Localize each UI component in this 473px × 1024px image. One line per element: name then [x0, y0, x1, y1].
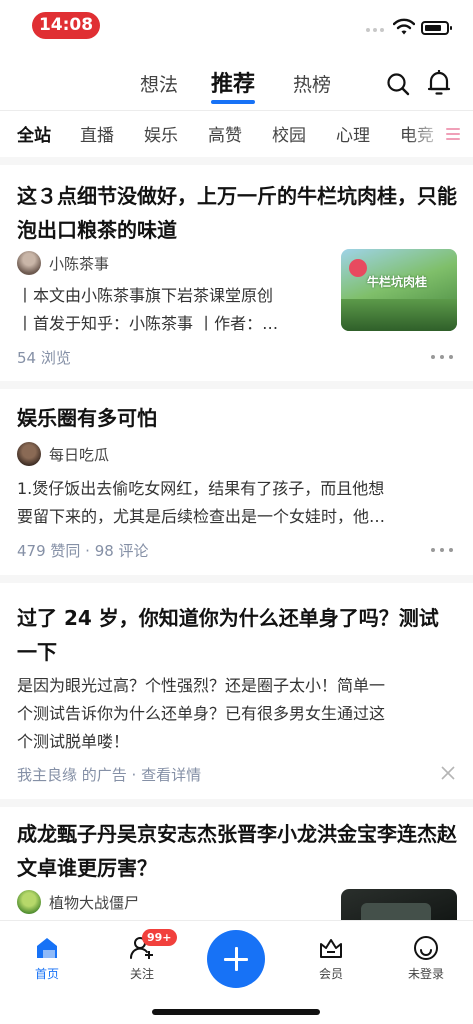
category-bar: 全站 直播 娱乐 高赞 校园 心理 电竞	[0, 110, 473, 154]
follow-badge: 99+	[142, 929, 177, 946]
home-indicator	[152, 1009, 320, 1015]
card-meta: 479 赞同 · 98 评论	[17, 542, 149, 560]
battery-icon	[421, 21, 452, 35]
nav-home[interactable]: 首页	[17, 935, 77, 982]
category-all[interactable]: 全站	[17, 121, 51, 146]
profile-icon	[414, 936, 438, 960]
nav-follow-label: 关注	[129, 967, 154, 981]
author-name: 小陈茶事	[49, 254, 110, 273]
category-top-liked[interactable]: 高赞	[208, 121, 242, 146]
card-author[interactable]: 每日吃瓜	[17, 442, 109, 466]
category-campus[interactable]: 校园	[272, 121, 306, 146]
tab-recommend[interactable]: 推荐	[211, 66, 256, 104]
category-entertainment[interactable]: 娱乐	[144, 121, 178, 146]
avatar	[17, 442, 41, 466]
signal-icon	[366, 28, 384, 32]
search-icon[interactable]	[386, 72, 410, 96]
category-psychology[interactable]: 心理	[336, 121, 370, 146]
wifi-icon	[393, 18, 415, 35]
nav-profile[interactable]: 未登录	[396, 935, 456, 982]
ad-meta[interactable]: 我主良缘 的广告 · 查看详情	[17, 764, 201, 785]
close-icon[interactable]	[441, 766, 455, 780]
card-author[interactable]: 小陈茶事	[17, 251, 109, 275]
nav-vip[interactable]: 会员	[301, 935, 361, 982]
card-title[interactable]: 娱乐圈有多可怕	[17, 401, 457, 435]
divider	[0, 799, 473, 807]
tab-ideas[interactable]: 想法	[140, 70, 178, 97]
card-excerpt[interactable]: 丨本文由小陈茶事旗下岩茶课堂原创 丨首发于知乎：小陈茶事 丨作者：…	[17, 282, 329, 338]
card-thumbnail[interactable]: 牛栏坑肉桂	[341, 249, 457, 331]
author-name: 每日吃瓜	[49, 445, 110, 464]
card-meta: 54 浏览	[17, 349, 71, 367]
status-bar: 14:08	[0, 0, 473, 50]
nav-vip-label: 会员	[318, 967, 343, 981]
home-icon	[37, 938, 57, 958]
author-name: 植物大战僵尸	[49, 893, 140, 912]
active-tab-underline	[211, 100, 256, 104]
card-title[interactable]: 过了 24 岁，你知道你为什么还单身了吗？测试一下	[17, 601, 457, 669]
vip-icon	[320, 939, 342, 958]
divider	[0, 157, 473, 165]
divider	[0, 381, 473, 389]
thumbnail-caption: 牛栏坑肉桂	[367, 275, 428, 289]
status-time: 14:08	[32, 12, 100, 39]
card-excerpt[interactable]: 是因为眼光过高？个性强烈？还是圈子太小！简单一 个测试告诉你为什么还单身？已有很…	[17, 672, 457, 756]
category-live[interactable]: 直播	[80, 121, 114, 146]
card-author[interactable]: 植物大战僵尸	[17, 890, 139, 914]
nav-profile-label: 未登录	[407, 967, 444, 981]
more-icon[interactable]	[431, 355, 457, 361]
bell-icon[interactable]	[427, 70, 451, 96]
card-title[interactable]: 这３点细节没做好，上万一斤的牛栏坑肉桂，只能泡出口粮茶的味道	[17, 179, 457, 247]
card-excerpt[interactable]: 1.煲仔饭出去偷吃女网红，结果有了孩子，而且他想 要留下来的，尤其是后续检查出是…	[17, 475, 457, 531]
nav-home-label: 首页	[34, 967, 59, 981]
category-menu-icon[interactable]	[446, 128, 460, 140]
avatar	[17, 251, 41, 275]
divider	[0, 575, 473, 583]
card-title[interactable]: 成龙甄子丹吴京安志杰张晋李小龙洪金宝李连杰赵文卓谁更厉害？	[17, 817, 457, 885]
tab-hot[interactable]: 热榜	[293, 70, 331, 97]
avatar	[17, 890, 41, 914]
nav-follow[interactable]: 99+ 关注	[112, 929, 177, 982]
tab-recommend-label: 推荐	[211, 72, 256, 97]
more-icon[interactable]	[431, 548, 457, 554]
create-button[interactable]	[207, 930, 265, 988]
